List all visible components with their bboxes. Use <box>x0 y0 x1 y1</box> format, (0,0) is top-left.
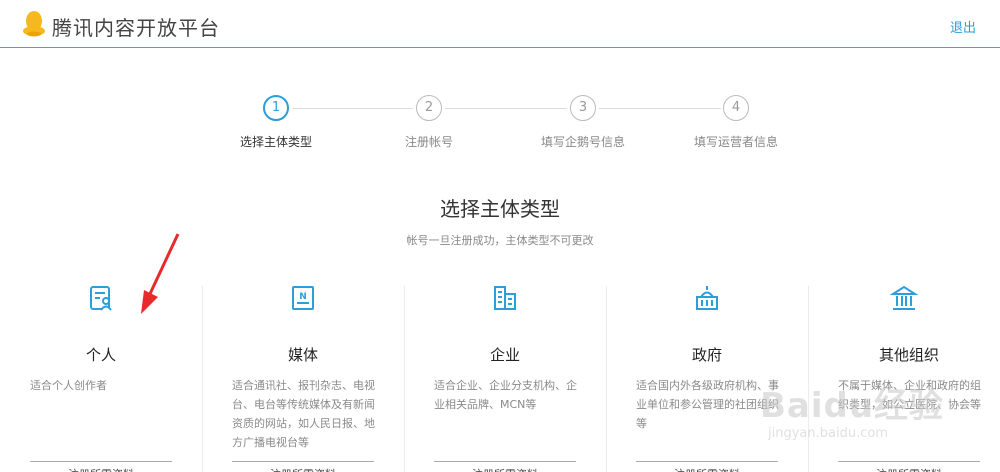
step-1: 1 选择主体类型 <box>196 95 356 150</box>
required-materials-link[interactable]: 注册所需资料 <box>434 461 576 472</box>
card-description: 适合个人创作者 <box>30 379 107 392</box>
step-4: 4 填写运营者信息 <box>656 95 816 150</box>
section-title: 选择主体类型 <box>440 197 560 221</box>
required-materials-link[interactable]: 注册所需资料 <box>232 461 374 472</box>
qq-penguin-logo-icon[interactable] <box>20 9 48 37</box>
step-3: 3 填写企鹅号信息 <box>503 95 663 150</box>
media-newspaper-icon: N <box>292 286 314 310</box>
step-number: 2 <box>416 95 442 121</box>
card-divider <box>808 286 809 472</box>
top-header: 腾讯内容开放平台 退出 <box>0 0 1000 48</box>
step-number: 3 <box>570 95 596 121</box>
section-subtitle: 帐号一旦注册成功，主体类型不可更改 <box>406 234 594 247</box>
card-name: 媒体 <box>287 346 318 364</box>
government-building-icon <box>696 286 718 310</box>
svg-text:N: N <box>299 292 307 302</box>
card-divider <box>404 286 405 472</box>
required-materials-link[interactable]: 注册所需资料 <box>30 461 172 472</box>
card-name: 个人 <box>85 346 116 364</box>
card-personal[interactable]: 个人 适合个人创作者 注册所需资料 <box>0 280 202 472</box>
step-number: 4 <box>723 95 749 121</box>
brand-title[interactable]: 腾讯内容开放平台 <box>52 12 220 41</box>
card-description: 适合企业、企业分支机构、企业相关品牌、MCN等 <box>434 379 577 411</box>
registration-steps: 1 选择主体类型 2 注册帐号 3 填写企鹅号信息 4 填写运营者信息 <box>0 95 1000 155</box>
personal-id-card-icon <box>90 286 112 311</box>
step-2: 2 注册帐号 <box>349 95 509 150</box>
step-label: 填写运营者信息 <box>693 135 778 149</box>
step-label: 填写企鹅号信息 <box>540 135 625 149</box>
card-divider <box>606 286 607 472</box>
required-materials-link[interactable]: 注册所需资料 <box>838 461 980 472</box>
card-description: 适合通讯社、报刊杂志、电视台、电台等传统媒体及有新闻资质的网站，如人民日报、地方… <box>232 379 375 449</box>
card-divider <box>202 286 203 472</box>
card-government[interactable]: 政府 适合国内外各级政府机构、事业单位和参公管理的社团组织等 注册所需资料 <box>606 280 808 472</box>
enterprise-building-icon <box>494 286 516 310</box>
card-name: 企业 <box>489 346 520 364</box>
card-media[interactable]: N 媒体 适合通讯社、报刊杂志、电视台、电台等传统媒体及有新闻资质的网站，如人民… <box>202 280 404 472</box>
entity-type-cards: 个人 适合个人创作者 注册所需资料 N 媒体 适合通讯社、报刊杂志、电视台、电台… <box>0 280 1000 472</box>
logout-link[interactable]: 退出 <box>950 17 976 36</box>
card-name: 政府 <box>691 346 722 364</box>
institution-pillars-icon <box>890 285 918 310</box>
card-name: 其他组织 <box>878 346 939 364</box>
step-label: 选择主体类型 <box>239 135 312 149</box>
step-label: 注册帐号 <box>404 135 453 149</box>
card-description: 不属于媒体、企业和政府的组织类型，如公立医院、协会等 <box>838 379 981 411</box>
required-materials-link[interactable]: 注册所需资料 <box>636 461 778 472</box>
card-enterprise[interactable]: 企业 适合企业、企业分支机构、企业相关品牌、MCN等 注册所需资料 <box>404 280 606 472</box>
step-number: 1 <box>263 95 289 121</box>
card-description: 适合国内外各级政府机构、事业单位和参公管理的社团组织等 <box>636 379 779 430</box>
card-other-organization[interactable]: 其他组织 不属于媒体、企业和政府的组织类型，如公立医院、协会等 注册所需资料 <box>808 280 1000 472</box>
